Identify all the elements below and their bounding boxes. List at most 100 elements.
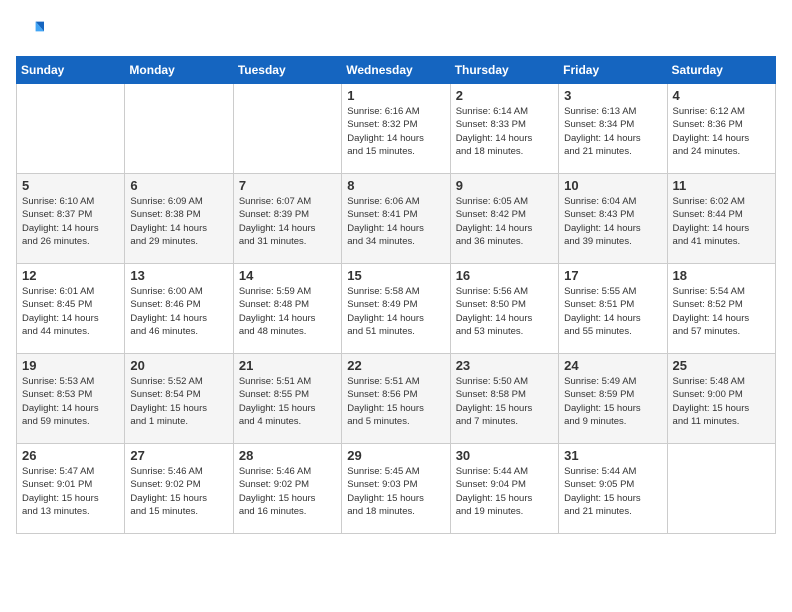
day-number: 31 [564, 448, 661, 463]
day-number: 3 [564, 88, 661, 103]
day-info: Sunrise: 5:50 AM Sunset: 8:58 PM Dayligh… [456, 375, 553, 428]
day-info: Sunrise: 6:12 AM Sunset: 8:36 PM Dayligh… [673, 105, 770, 158]
calendar-cell: 24 Sunrise: 5:49 AM Sunset: 8:59 PM Dayli… [559, 354, 667, 444]
day-info: Sunrise: 6:00 AM Sunset: 8:46 PM Dayligh… [130, 285, 227, 338]
calendar-cell: 4Sunrise: 6:12 AM Sunset: 8:36 PM Daylig… [667, 84, 775, 174]
day-number: 18 [673, 268, 770, 283]
calendar-cell: 5 Sunrise: 6:10 AM Sunset: 8:37 PM Daylig… [17, 174, 125, 264]
day-number: 20 [130, 358, 227, 373]
day-info: Sunrise: 6:02 AM Sunset: 8:44 PM Dayligh… [673, 195, 770, 248]
day-number: 6 [130, 178, 227, 193]
day-info: Sunrise: 5:51 AM Sunset: 8:56 PM Dayligh… [347, 375, 444, 428]
calendar-cell [667, 444, 775, 534]
calendar-cell: 30 Sunrise: 5:44 AM Sunset: 9:04 PM Dayli… [450, 444, 558, 534]
day-number: 1 [347, 88, 444, 103]
day-number: 8 [347, 178, 444, 193]
weekday-header-tuesday: Tuesday [233, 57, 341, 84]
calendar-cell: 20 Sunrise: 5:52 AM Sunset: 8:54 PM Dayli… [125, 354, 233, 444]
day-number: 19 [22, 358, 119, 373]
calendar-cell: 13 Sunrise: 6:00 AM Sunset: 8:46 PM Dayli… [125, 264, 233, 354]
calendar-cell: 16 Sunrise: 5:56 AM Sunset: 8:50 PM Dayli… [450, 264, 558, 354]
calendar-cell: 17Sunrise: 5:55 AM Sunset: 8:51 PM Dayli… [559, 264, 667, 354]
day-info: Sunrise: 5:48 AM Sunset: 9:00 PM Dayligh… [673, 375, 770, 428]
calendar-cell: 28Sunrise: 5:46 AM Sunset: 9:02 PM Dayli… [233, 444, 341, 534]
day-number: 24 [564, 358, 661, 373]
day-number: 15 [347, 268, 444, 283]
day-info: Sunrise: 5:56 AM Sunset: 8:50 PM Dayligh… [456, 285, 553, 338]
calendar-cell: 22 Sunrise: 5:51 AM Sunset: 8:56 PM Dayli… [342, 354, 450, 444]
day-number: 23 [456, 358, 553, 373]
calendar-cell: 29 Sunrise: 5:45 AM Sunset: 9:03 PM Dayli… [342, 444, 450, 534]
calendar-cell: 12Sunrise: 6:01 AM Sunset: 8:45 PM Dayli… [17, 264, 125, 354]
day-info: Sunrise: 6:09 AM Sunset: 8:38 PM Dayligh… [130, 195, 227, 248]
weekday-header-friday: Friday [559, 57, 667, 84]
day-info: Sunrise: 5:52 AM Sunset: 8:54 PM Dayligh… [130, 375, 227, 428]
day-number: 7 [239, 178, 336, 193]
day-info: Sunrise: 5:46 AM Sunset: 9:02 PM Dayligh… [130, 465, 227, 518]
day-info: Sunrise: 5:53 AM Sunset: 8:53 PM Dayligh… [22, 375, 119, 428]
weekday-header-saturday: Saturday [667, 57, 775, 84]
day-number: 27 [130, 448, 227, 463]
calendar-cell: 26Sunrise: 5:47 AM Sunset: 9:01 PM Dayli… [17, 444, 125, 534]
day-info: Sunrise: 6:14 AM Sunset: 8:33 PM Dayligh… [456, 105, 553, 158]
logo-icon [16, 16, 44, 44]
day-info: Sunrise: 6:16 AM Sunset: 8:32 PM Dayligh… [347, 105, 444, 158]
week-row-3: 12Sunrise: 6:01 AM Sunset: 8:45 PM Dayli… [17, 264, 776, 354]
day-info: Sunrise: 5:58 AM Sunset: 8:49 PM Dayligh… [347, 285, 444, 338]
day-info: Sunrise: 6:13 AM Sunset: 8:34 PM Dayligh… [564, 105, 661, 158]
calendar-cell: 1 Sunrise: 6:16 AM Sunset: 8:32 PM Daylig… [342, 84, 450, 174]
calendar-cell: 18 Sunrise: 5:54 AM Sunset: 8:52 PM Dayli… [667, 264, 775, 354]
day-info: Sunrise: 5:44 AM Sunset: 9:04 PM Dayligh… [456, 465, 553, 518]
weekday-header-sunday: Sunday [17, 57, 125, 84]
day-info: Sunrise: 5:47 AM Sunset: 9:01 PM Dayligh… [22, 465, 119, 518]
logo [16, 16, 48, 44]
weekday-header-wednesday: Wednesday [342, 57, 450, 84]
calendar-cell: 14Sunrise: 5:59 AM Sunset: 8:48 PM Dayli… [233, 264, 341, 354]
day-number: 29 [347, 448, 444, 463]
weekday-header-thursday: Thursday [450, 57, 558, 84]
day-info: Sunrise: 6:06 AM Sunset: 8:41 PM Dayligh… [347, 195, 444, 248]
day-number: 10 [564, 178, 661, 193]
calendar-cell: 25 Sunrise: 5:48 AM Sunset: 9:00 PM Dayli… [667, 354, 775, 444]
calendar-cell: 21Sunrise: 5:51 AM Sunset: 8:55 PM Dayli… [233, 354, 341, 444]
day-info: Sunrise: 6:05 AM Sunset: 8:42 PM Dayligh… [456, 195, 553, 248]
day-number: 30 [456, 448, 553, 463]
weekday-header-monday: Monday [125, 57, 233, 84]
day-info: Sunrise: 5:59 AM Sunset: 8:48 PM Dayligh… [239, 285, 336, 338]
week-row-4: 19 Sunrise: 5:53 AM Sunset: 8:53 PM Dayli… [17, 354, 776, 444]
day-info: Sunrise: 6:01 AM Sunset: 8:45 PM Dayligh… [22, 285, 119, 338]
calendar-table: SundayMondayTuesdayWednesdayThursdayFrid… [16, 56, 776, 534]
day-info: Sunrise: 5:45 AM Sunset: 9:03 PM Dayligh… [347, 465, 444, 518]
day-info: Sunrise: 6:10 AM Sunset: 8:37 PM Dayligh… [22, 195, 119, 248]
calendar-cell [17, 84, 125, 174]
day-number: 2 [456, 88, 553, 103]
day-number: 25 [673, 358, 770, 373]
week-row-1: 1 Sunrise: 6:16 AM Sunset: 8:32 PM Daylig… [17, 84, 776, 174]
calendar-cell: 3 Sunrise: 6:13 AM Sunset: 8:34 PM Daylig… [559, 84, 667, 174]
calendar-cell: 11 Sunrise: 6:02 AM Sunset: 8:44 PM Dayli… [667, 174, 775, 264]
day-number: 13 [130, 268, 227, 283]
calendar-cell: 31 Sunrise: 5:44 AM Sunset: 9:05 PM Dayli… [559, 444, 667, 534]
calendar-cell: 2 Sunrise: 6:14 AM Sunset: 8:33 PM Daylig… [450, 84, 558, 174]
week-row-5: 26Sunrise: 5:47 AM Sunset: 9:01 PM Dayli… [17, 444, 776, 534]
day-number: 11 [673, 178, 770, 193]
day-info: Sunrise: 6:07 AM Sunset: 8:39 PM Dayligh… [239, 195, 336, 248]
day-number: 5 [22, 178, 119, 193]
day-number: 28 [239, 448, 336, 463]
calendar-cell [233, 84, 341, 174]
calendar-cell: 15 Sunrise: 5:58 AM Sunset: 8:49 PM Dayli… [342, 264, 450, 354]
day-number: 9 [456, 178, 553, 193]
calendar-cell: 10Sunrise: 6:04 AM Sunset: 8:43 PM Dayli… [559, 174, 667, 264]
page-header [16, 16, 776, 44]
day-number: 21 [239, 358, 336, 373]
weekday-header-row: SundayMondayTuesdayWednesdayThursdayFrid… [17, 57, 776, 84]
day-number: 22 [347, 358, 444, 373]
day-info: Sunrise: 5:54 AM Sunset: 8:52 PM Dayligh… [673, 285, 770, 338]
calendar-cell: 8 Sunrise: 6:06 AM Sunset: 8:41 PM Daylig… [342, 174, 450, 264]
day-number: 16 [456, 268, 553, 283]
day-info: Sunrise: 5:49 AM Sunset: 8:59 PM Dayligh… [564, 375, 661, 428]
calendar-cell: 19 Sunrise: 5:53 AM Sunset: 8:53 PM Dayli… [17, 354, 125, 444]
day-number: 17 [564, 268, 661, 283]
day-info: Sunrise: 5:44 AM Sunset: 9:05 PM Dayligh… [564, 465, 661, 518]
calendar-cell: 23 Sunrise: 5:50 AM Sunset: 8:58 PM Dayli… [450, 354, 558, 444]
